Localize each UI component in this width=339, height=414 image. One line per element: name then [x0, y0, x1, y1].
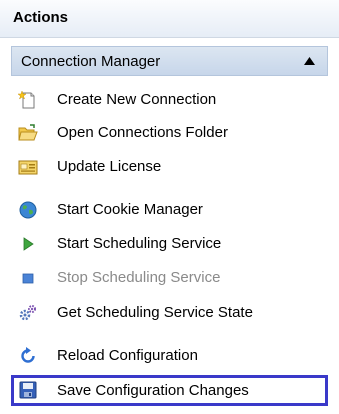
- new-document-icon: [18, 90, 35, 109]
- item-label: Create New Connection: [57, 91, 217, 108]
- start-cookie-manager-item[interactable]: Start Cookie Manager: [11, 195, 328, 226]
- item-label: Save Configuration Changes: [57, 382, 249, 399]
- globe-icon: [19, 201, 37, 219]
- play-icon: [23, 237, 34, 251]
- stop-scheduling-service-item[interactable]: Stop Scheduling Service: [11, 263, 328, 294]
- refresh-icon: [21, 347, 35, 363]
- stop-icon: [22, 273, 34, 284]
- item-label: Open Connections Folder: [57, 124, 228, 141]
- item-label: Stop Scheduling Service: [57, 269, 221, 286]
- license-icon: [18, 160, 38, 175]
- actions-panel: Actions Connection Manager Create New Co…: [0, 0, 339, 414]
- actions-header: Actions: [0, 0, 339, 38]
- open-folder-icon: [18, 124, 38, 141]
- item-label: Start Scheduling Service: [57, 235, 222, 252]
- reload-configuration-item[interactable]: Reload Configuration: [11, 341, 328, 372]
- item-label: Reload Configuration: [57, 347, 198, 364]
- actions-title: Actions: [13, 9, 69, 26]
- create-new-connection-item[interactable]: Create New Connection: [11, 85, 328, 116]
- start-scheduling-service-item[interactable]: Start Scheduling Service: [11, 229, 328, 260]
- get-scheduling-service-state-item[interactable]: Get Scheduling Service State: [11, 298, 328, 329]
- item-label: Get Scheduling Service State: [57, 304, 253, 321]
- gears-icon: [19, 305, 36, 321]
- open-connections-folder-item[interactable]: Open Connections Folder: [11, 118, 328, 149]
- save-configuration-changes-item[interactable]: Save Configuration Changes: [11, 375, 328, 406]
- connection-manager-section-header[interactable]: Connection Manager: [11, 46, 328, 76]
- item-label: Start Cookie Manager: [57, 201, 203, 218]
- item-label: Update License: [57, 158, 162, 175]
- update-license-item[interactable]: Update License: [11, 152, 328, 183]
- save-icon: [19, 381, 37, 399]
- section-title: Connection Manager: [21, 53, 161, 70]
- triangle-up-icon[interactable]: [304, 57, 315, 65]
